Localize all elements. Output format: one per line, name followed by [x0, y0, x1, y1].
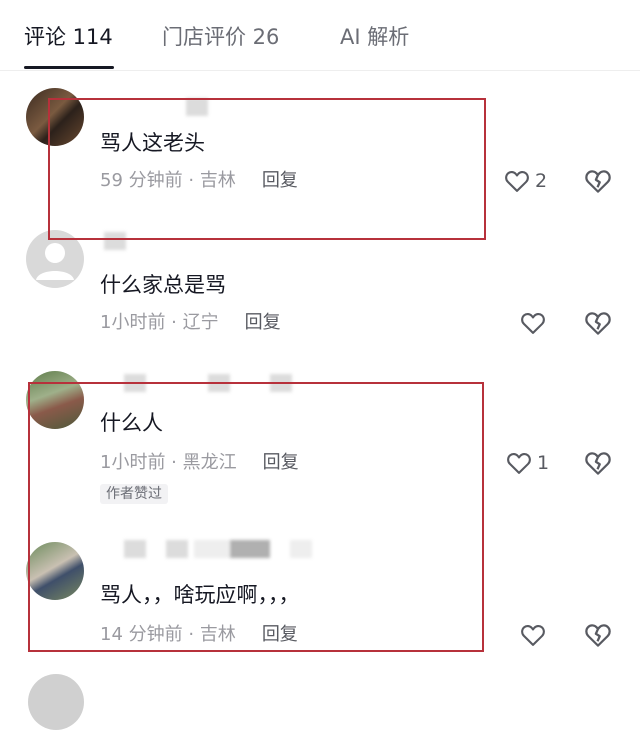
- like-count: 2: [535, 170, 548, 192]
- heart-outline-icon: [521, 625, 545, 646]
- tab-store-reviews[interactable]: 门店评价 26: [162, 22, 279, 52]
- broken-heart-icon: [585, 624, 611, 647]
- like-count: 1: [537, 452, 550, 474]
- comment-meta: 1小时前 · 辽宁 回复: [100, 310, 281, 336]
- like-button[interactable]: 1: [505, 448, 549, 478]
- tab-comments[interactable]: 评论 114: [24, 22, 113, 52]
- dislike-button[interactable]: [583, 308, 613, 338]
- comment-tabs: 评论 114 门店评价 26 AI 解析: [0, 0, 640, 71]
- broken-heart-icon: [585, 312, 611, 335]
- reply-button[interactable]: 回复: [245, 312, 281, 333]
- heart-outline-icon: [507, 453, 531, 474]
- annotation-box: [48, 98, 486, 240]
- heart-outline-icon: [521, 313, 545, 334]
- comment-time: 1小时前: [100, 312, 166, 333]
- meta-separator: ·: [165, 312, 183, 333]
- like-button[interactable]: [519, 620, 551, 650]
- like-button[interactable]: 2: [503, 166, 547, 196]
- avatar[interactable]: [28, 674, 84, 730]
- dislike-button[interactable]: [583, 448, 613, 478]
- annotation-box: [28, 382, 484, 652]
- dislike-button[interactable]: [583, 166, 613, 196]
- comment-text: 什么家总是骂: [100, 273, 226, 297]
- heart-outline-icon: [505, 171, 529, 192]
- dislike-button[interactable]: [583, 620, 613, 650]
- like-button[interactable]: [519, 308, 551, 338]
- broken-heart-icon: [585, 170, 611, 193]
- tab-ai-analysis[interactable]: AI 解析: [340, 22, 409, 52]
- broken-heart-icon: [585, 452, 611, 475]
- active-tab-indicator: [24, 66, 114, 69]
- comment-location: 辽宁: [182, 312, 219, 333]
